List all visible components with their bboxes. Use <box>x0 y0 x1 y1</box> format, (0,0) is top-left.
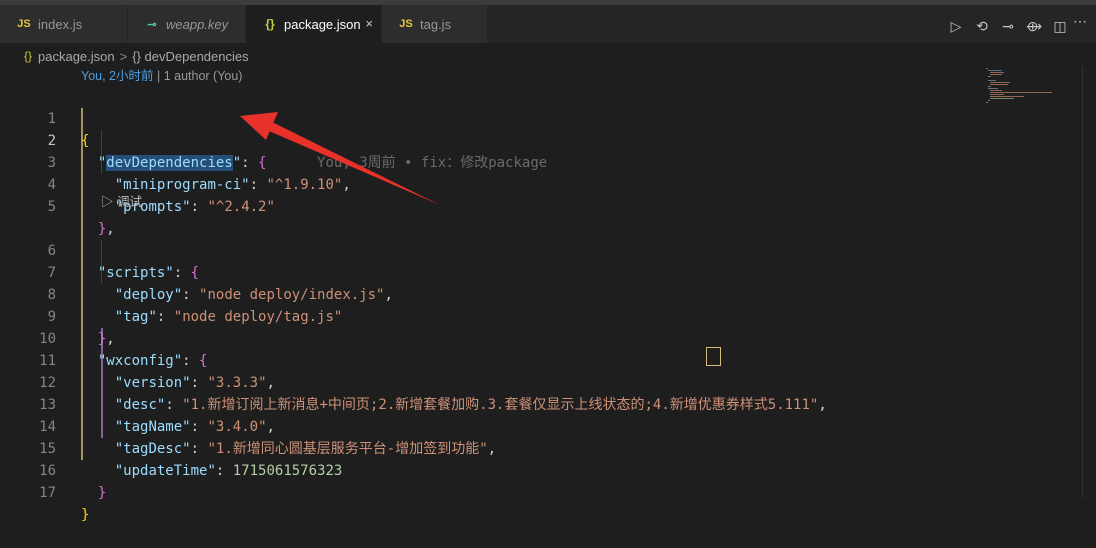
code-line: 8 "tag": "node deploy/tag.js" <box>0 262 980 325</box>
code-line: 17 } <box>0 460 980 523</box>
code-line: 3 "miniprogram-ci": "^1.9.10", <box>0 130 980 193</box>
js-file-icon: JS <box>399 18 413 30</box>
tab-label: index.js <box>38 16 83 32</box>
code-line: 4 "prompts": "^2.4.2" <box>0 152 980 215</box>
breadcrumb-separator: > <box>119 48 128 64</box>
line-number: 5 <box>47 199 56 215</box>
code-line: 5 }, <box>0 174 980 237</box>
minimap[interactable] <box>982 66 1058 126</box>
tab-index-js[interactable]: JS index.js <box>0 5 128 43</box>
run-icon[interactable]: ▷ <box>948 18 964 35</box>
git-commit-icon[interactable]: ⊸ <box>1000 18 1016 35</box>
tab-weapp-key[interactable]: ⊸ weapp.key <box>128 5 246 43</box>
key-icon: ⊸ <box>147 18 157 31</box>
tab-package-json[interactable]: {} package.json × <box>246 5 382 43</box>
editor-tab-bar: JS index.js ⊸ weapp.key {} package.json … <box>0 5 1096 43</box>
git-next-icon[interactable]: ⟴ <box>1026 18 1042 35</box>
code-line: 6 "scripts": { <box>0 218 980 281</box>
debug-codelens[interactable]: ▷ 调试 <box>101 192 142 212</box>
code-line: 12 "desc": "1.新增订阅上新消息+中间页;2.新增套餐加购.3.套餐… <box>0 350 980 413</box>
code-line: 15 "updateTime": 1715061576323 <box>0 416 980 479</box>
code-editor[interactable]: 1 { 2 "devDependencies": { You, 3周前 • fi… <box>0 66 980 523</box>
tab-tag-js[interactable]: JS tag.js <box>382 5 488 43</box>
code-line: 7 "deploy": "node deploy/index.js", <box>0 240 980 303</box>
bracket-match-highlight <box>706 347 721 366</box>
code-line: 16 } <box>0 438 980 501</box>
js-file-icon: JS <box>17 18 31 30</box>
code-line: 9 }, <box>0 284 980 347</box>
editor-actions: ▷ ⟲ ⊸ ⟴ ◫ <box>948 18 1068 35</box>
code-line: 11 "version": "3.3.3", <box>0 328 980 391</box>
line-number: 17 <box>39 485 56 501</box>
breadcrumb-file[interactable]: package.json <box>38 49 115 64</box>
tab-label: tag.js <box>420 16 452 32</box>
code-line: 2 "devDependencies": { You, 3周前 • fix：修改… <box>0 108 980 171</box>
tab-label: weapp.key <box>166 16 229 32</box>
code-line: 1 { <box>0 86 980 149</box>
more-actions-icon[interactable]: ⋯ <box>1073 13 1088 30</box>
split-editor-icon[interactable]: ◫ <box>1052 18 1068 35</box>
compare-icon[interactable]: ⟲ <box>974 18 990 35</box>
json-file-icon: {} <box>24 49 33 63</box>
code-line: 10 "wxconfig": { <box>0 306 980 369</box>
vertical-scrollbar[interactable] <box>1082 66 1096 498</box>
json-file-icon: {} <box>265 17 275 31</box>
tab-label: package.json <box>284 16 361 32</box>
code-line: 13 "tagName": "3.4.0", <box>0 372 980 435</box>
code-line: 14 "tagDesc": "1.新增同心圆基层服务平台-增加签到功能", <box>0 394 980 457</box>
breadcrumb-symbol[interactable]: {} devDependencies <box>132 49 248 64</box>
close-icon[interactable]: × <box>365 16 373 31</box>
breadcrumb: {} package.json > {} devDependencies <box>24 46 249 66</box>
